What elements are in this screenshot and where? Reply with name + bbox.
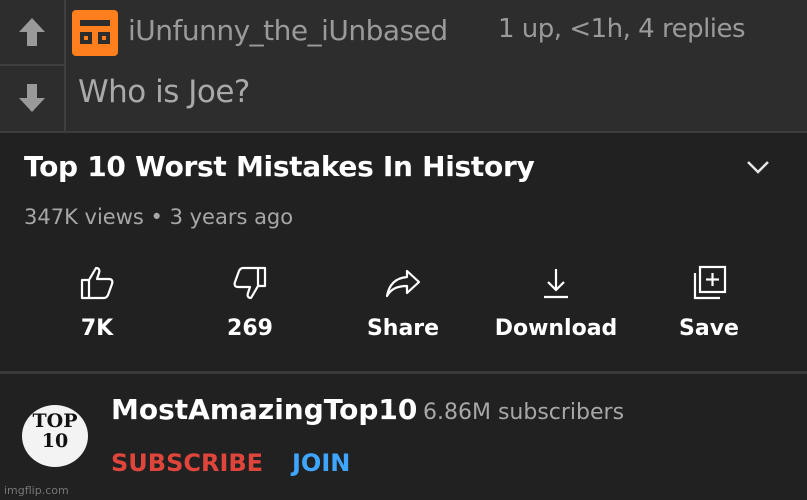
like-count: 7K	[80, 316, 114, 341]
dislike-button[interactable]: 269	[175, 258, 325, 358]
comment-text: Who is Joe?	[78, 74, 250, 110]
channel-avatar[interactable]: TOP 10	[22, 405, 88, 467]
arrow-up-icon	[19, 18, 45, 46]
share-icon	[385, 269, 421, 298]
arrow-down-icon	[19, 84, 45, 112]
comment-card: iUnfunny_the_iUnbased 1 up, <1h, 4 repli…	[0, 0, 807, 133]
video-title: Top 10 Worst Mistakes In History	[24, 150, 535, 183]
upvote-button[interactable]	[0, 0, 64, 66]
channel-name[interactable]: MostAmazingTop10	[111, 393, 417, 426]
dislike-count: 269	[227, 316, 273, 341]
download-button[interactable]: Download	[481, 258, 631, 358]
expand-description-button[interactable]	[740, 152, 776, 182]
section-divider	[0, 371, 807, 374]
download-label: Download	[494, 316, 618, 341]
save-button[interactable]: Save	[634, 258, 784, 358]
thumbs-down-icon	[233, 266, 267, 300]
user-avatar[interactable]	[72, 10, 118, 56]
thumbs-up-icon	[80, 266, 114, 300]
share-label: Share	[366, 316, 440, 341]
download-icon	[544, 269, 568, 299]
like-button[interactable]: 7K	[22, 258, 172, 358]
channel-logo: TOP 10	[32, 410, 78, 452]
subscribe-button[interactable]: SUBSCRIBE	[111, 449, 263, 477]
video-meta: 347K views • 3 years ago	[24, 205, 294, 229]
subscriber-count: 6.86M subscribers	[423, 400, 625, 425]
avatar-face-icon	[80, 20, 110, 44]
share-button[interactable]: Share	[328, 258, 478, 358]
vote-column	[0, 0, 66, 131]
comment-meta: 1 up, <1h, 4 replies	[498, 14, 746, 44]
comment-username[interactable]: iUnfunny_the_iUnbased	[128, 14, 448, 47]
save-label: Save	[679, 316, 739, 341]
join-button[interactable]: JOIN	[292, 449, 350, 477]
watermark: imgflip.com	[4, 484, 69, 497]
save-playlist-icon	[693, 265, 727, 300]
chevron-down-icon	[747, 161, 769, 174]
downvote-button[interactable]	[0, 66, 64, 130]
